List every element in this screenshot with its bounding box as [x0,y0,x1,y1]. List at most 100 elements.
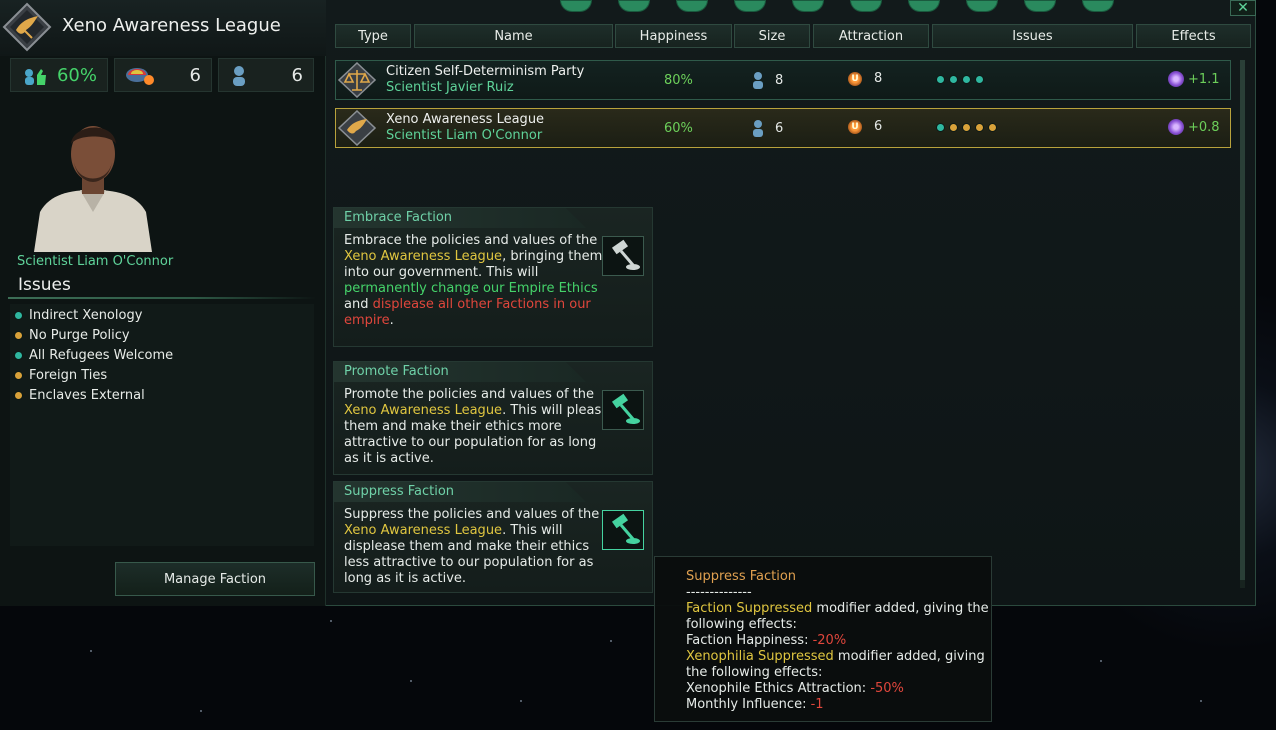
attraction-icon: U [848,119,862,134]
issue-item: Indirect Xenology [14,306,142,324]
issue-dot-icon [962,123,971,132]
pop-icon [753,72,763,89]
tab-icon[interactable] [966,0,998,12]
faction-title: Xeno Awareness League [62,15,281,36]
leader-portrait [34,126,152,252]
embrace-title: Embrace Faction [334,208,586,228]
faction-attraction: U 6 [848,119,882,134]
table-scrollbar[interactable] [1240,60,1245,588]
suppress-button[interactable] [602,510,644,550]
faction-happiness: 80% [664,73,693,88]
embrace-button[interactable] [602,236,644,276]
factions-window: ✕ Xeno Awareness League 60% 6 6 Scientis… [0,0,1256,606]
support-stat: 6 [114,58,212,92]
embrace-description: Embrace the policies and values of the X… [344,233,603,328]
tab-icon[interactable] [1082,0,1114,12]
tooltip-effect-1: Faction Happiness: -20% [686,633,847,648]
suppress-title: Suppress Faction [334,482,586,502]
issue-dot-icon [14,330,23,340]
support-value: 6 [189,64,201,86]
faction-effects: +1.1 [1168,71,1220,87]
tab-icon[interactable] [792,0,824,12]
embrace-faction-panel: Embrace Faction Embrace the policies and… [333,207,653,347]
issue-dot-icon [936,123,945,132]
gavel-icon [611,513,640,544]
issue-dot-icon [14,370,23,380]
faction-size: 6 [751,119,783,137]
faction-emblem-icon [2,2,52,52]
faction-row-selected[interactable]: Xeno Awareness League Scientist Liam O'C… [335,108,1231,148]
faction-attraction-value: 8 [874,71,883,86]
issue-dot-icon [962,75,971,84]
issues-heading: Issues [18,275,71,295]
faction-header: Xeno Awareness League [0,0,326,56]
faction-leader: Scientist Javier Ruiz [386,80,514,95]
faction-name: Citizen Self-Determinism Party [386,64,585,79]
issue-item: Foreign Ties [14,366,107,384]
tab-icon[interactable] [850,0,882,12]
issue-dot-icon [975,75,984,84]
issue-dot-icon [988,123,997,132]
col-header-size[interactable]: Size [734,24,810,48]
close-icon: ✕ [1237,0,1249,16]
close-button[interactable]: ✕ [1230,0,1256,16]
faction-happiness: 60% [664,121,693,136]
promote-button[interactable] [602,390,644,430]
tab-icon[interactable] [560,0,592,12]
gavel-icon [611,393,640,424]
tooltip-separator: -------------- [686,585,752,600]
issue-item: No Purge Policy [14,326,130,344]
promote-title: Promote Faction [334,362,586,382]
faction-effects-value: +1.1 [1188,71,1220,87]
issue-label: Foreign Ties [29,367,108,383]
col-header-issues[interactable]: Issues [932,24,1133,48]
tab-icon[interactable] [618,0,650,12]
size-value: 6 [291,64,303,86]
col-header-type[interactable]: Type [335,24,411,48]
faction-detail-panel: Xeno Awareness League 60% 6 6 Scientist … [0,0,326,606]
faction-type-scales-icon [338,62,376,98]
issue-label: No Purge Policy [29,327,130,343]
happiness-icon [25,69,46,85]
scrollbar-thumb[interactable] [1240,60,1245,580]
col-header-effects[interactable]: Effects [1136,24,1251,48]
pop-icon [753,120,763,137]
happiness-value: 60% [56,64,97,86]
issue-label: All Refugees Welcome [29,347,174,363]
tab-icon[interactable] [676,0,708,12]
issue-dot-icon [936,75,945,84]
size-stat: 6 [218,58,314,92]
influence-icon [1168,119,1184,135]
tab-icon[interactable] [734,0,766,12]
faction-issue-dots [936,123,997,132]
gavel-icon [611,239,640,270]
suppress-tooltip: Suppress Faction -------------- Faction … [654,556,992,722]
suppress-description: Suppress the policies and values of the … [344,507,600,586]
top-tab-icons[interactable] [560,0,1160,12]
issue-dot-icon [949,75,958,84]
tab-icon[interactable] [908,0,940,12]
leader-name[interactable]: Scientist Liam O'Connor [17,254,173,269]
col-header-happiness[interactable]: Happiness [615,24,732,48]
tooltip-modifier-2: Xenophilia Suppressed modifier added, gi… [686,649,985,680]
tab-icon[interactable] [1024,0,1056,12]
manage-faction-button[interactable]: Manage Faction [115,562,315,596]
faction-attraction: U 8 [848,71,882,86]
issue-label: Indirect Xenology [29,307,143,323]
faction-type-bird-icon [338,110,376,146]
tooltip-modifier-1: Faction Suppressed modifier added, givin… [686,601,989,632]
tooltip-title: Suppress Faction [686,569,797,584]
col-header-attraction[interactable]: Attraction [813,24,929,48]
issue-list: Indirect Xenology No Purge Policy All Re… [10,304,314,546]
faction-name: Xeno Awareness League [386,112,545,127]
col-header-name[interactable]: Name [414,24,613,48]
promote-description: Promote the policies and values of the X… [344,387,610,466]
influence-icon [1168,71,1184,87]
faction-leader: Scientist Liam O'Connor [386,128,543,143]
faction-size-value: 8 [775,72,784,88]
tooltip-effect-2: Xenophile Ethics Attraction: -50% [686,681,904,696]
issues-divider [8,297,316,299]
faction-row[interactable]: Citizen Self-Determinism Party Scientist… [335,60,1231,100]
attraction-icon: U [848,71,862,86]
issue-label: Enclaves External [29,387,145,403]
